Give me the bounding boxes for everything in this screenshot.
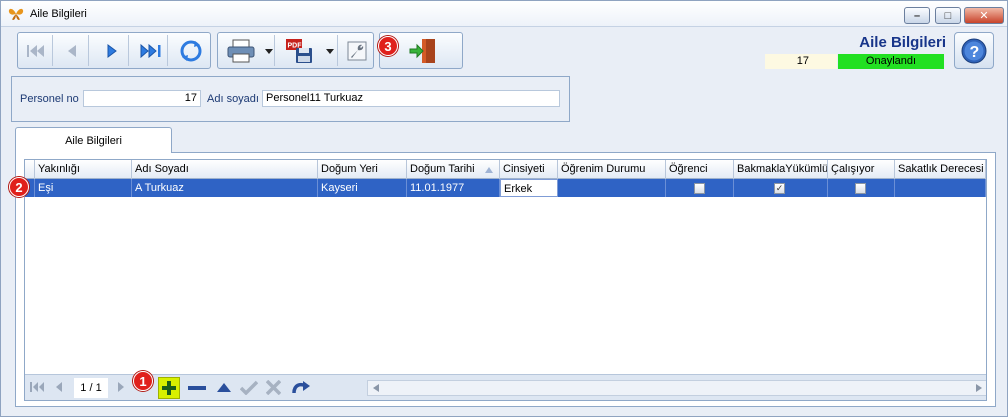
column-header-bakmakla-yukumlu[interactable]: BakmaklaYükümlü xyxy=(734,160,828,179)
first-page-button[interactable] xyxy=(30,381,46,393)
window-title: Aile Bilgileri xyxy=(30,8,87,20)
personnel-panel: Personel no 17 Adı soyadı Personel11 Tur… xyxy=(11,76,570,122)
grid-navigator: 1 / 1 xyxy=(25,374,986,400)
add-record-button[interactable] xyxy=(158,377,180,399)
page-indicator: 1 / 1 xyxy=(74,378,108,398)
confirm-icon xyxy=(240,380,258,395)
cell-dogum-yeri[interactable]: Kayseri xyxy=(318,179,407,197)
full-name-field[interactable]: Personel11 Turkuaz xyxy=(262,90,560,107)
cell-sakatlik-derecesi[interactable] xyxy=(895,179,986,197)
redo-button[interactable] xyxy=(292,380,310,395)
ogrenci-checkbox[interactable] xyxy=(694,183,705,194)
annotation-badge-1: 1 xyxy=(133,371,153,391)
cell-calisiyor[interactable] xyxy=(828,179,895,197)
add-icon xyxy=(162,381,176,395)
maximize-button[interactable]: □ xyxy=(935,7,961,24)
remove-icon xyxy=(188,386,206,390)
column-header-yakinligi[interactable]: Yakınlığı xyxy=(35,160,132,179)
help-button[interactable]: ? xyxy=(954,32,994,69)
sort-ascending-icon xyxy=(485,167,493,173)
annotation-badge-2: 2 xyxy=(9,177,29,197)
title-bar: Aile Bilgileri – □ ✕ xyxy=(1,1,1007,27)
first-record-button[interactable] xyxy=(20,35,53,66)
pdf-save-icon: PDF xyxy=(285,38,312,63)
calisiyor-checkbox[interactable] xyxy=(855,183,866,194)
last-record-icon xyxy=(140,43,161,58)
first-record-icon xyxy=(27,44,44,57)
grid-header: Yakınlığı Adı Soyadı Doğum Yeri Doğum Ta… xyxy=(25,160,986,179)
next-record-icon xyxy=(107,43,117,58)
tab-aile-bilgileri[interactable]: Aile Bilgileri xyxy=(15,127,172,153)
remove-record-button[interactable] xyxy=(188,386,206,390)
prev-page-button[interactable] xyxy=(55,381,63,393)
column-header-dogum-yeri[interactable]: Doğum Yeri xyxy=(318,160,407,179)
record-navigation-toolbar xyxy=(17,32,211,69)
printer-icon xyxy=(227,39,255,62)
cell-bakmakla-yukumlu[interactable]: ✓ xyxy=(734,179,828,197)
exit-door-icon xyxy=(409,38,435,63)
exit-button[interactable] xyxy=(405,35,440,66)
report-toolbar: PDF xyxy=(217,32,374,69)
refresh-icon xyxy=(180,40,201,61)
cell-yakinligi[interactable]: Eşi xyxy=(35,179,132,197)
cell-adi-soyadi[interactable]: A Turkuaz xyxy=(132,179,318,197)
column-header-ogrenim-durumu[interactable]: Öğrenim Durumu xyxy=(558,160,666,179)
tools-button[interactable] xyxy=(340,35,373,66)
minimize-button[interactable]: – xyxy=(904,7,930,24)
cell-dogum-tarihi[interactable]: 11.01.1977 xyxy=(407,179,500,197)
column-header-dogum-tarihi-label: Doğum Tarihi xyxy=(410,163,475,175)
column-header-ogrenci[interactable]: Öğrenci xyxy=(666,160,734,179)
personnel-no-field[interactable]: 17 xyxy=(83,90,201,107)
column-header-cinsiyeti[interactable]: Cinsiyeti xyxy=(500,160,558,179)
last-record-button[interactable] xyxy=(135,35,168,66)
annotation-badge-3: 3 xyxy=(378,36,398,56)
help-icon: ? xyxy=(961,38,987,63)
next-page-button[interactable] xyxy=(117,381,125,393)
next-page-icon xyxy=(118,382,124,392)
redo-icon xyxy=(292,381,310,394)
refresh-button[interactable] xyxy=(174,35,207,66)
row-indicator-header xyxy=(25,160,35,179)
cell-ogrenci[interactable] xyxy=(666,179,734,197)
print-button[interactable] xyxy=(220,35,275,66)
column-header-calisiyor[interactable]: Çalışıyor xyxy=(828,160,895,179)
butterfly-icon xyxy=(8,8,24,20)
close-button[interactable]: ✕ xyxy=(964,7,1004,24)
previous-record-button[interactable] xyxy=(56,35,89,66)
prev-page-icon xyxy=(56,382,62,392)
column-header-dogum-tarihi[interactable]: Doğum Tarihi xyxy=(407,160,500,179)
status-badge: Onaylandı xyxy=(838,54,944,69)
form-title: Aile Bilgileri xyxy=(859,34,946,51)
move-up-button[interactable] xyxy=(217,383,231,392)
cancel-edit-button[interactable] xyxy=(266,380,281,395)
record-number: 17 xyxy=(765,54,837,69)
cell-ogrenim-durumu[interactable] xyxy=(558,179,666,197)
scroll-right-icon xyxy=(976,384,982,392)
column-header-adi-soyadi[interactable]: Adı Soyadı xyxy=(132,160,318,179)
bakmakla-yukumlu-checkbox[interactable]: ✓ xyxy=(774,183,785,194)
cell-cinsiyeti[interactable]: Erkek xyxy=(500,179,558,197)
application-window: Aile Bilgileri – □ ✕ PDF Aile Bilgileri … xyxy=(0,0,1008,417)
full-name-label: Adı soyadı xyxy=(207,93,259,105)
horizontal-scrollbar[interactable] xyxy=(367,380,986,396)
move-up-icon xyxy=(217,383,231,392)
next-record-button[interactable] xyxy=(96,35,129,66)
column-header-sakatlik-derecesi[interactable]: Sakatlık Derecesi xyxy=(895,160,986,179)
export-pdf-button[interactable]: PDF xyxy=(278,35,338,66)
scroll-left-icon xyxy=(373,384,379,392)
table-row[interactable]: Eşi A Turkuaz Kayseri 11.01.1977 Erkek ✓ xyxy=(25,179,986,197)
first-page-icon xyxy=(30,382,44,392)
personnel-no-label: Personel no xyxy=(20,93,79,105)
svg-text:?: ? xyxy=(970,44,980,61)
wrench-icon xyxy=(347,41,366,60)
cancel-icon xyxy=(266,380,281,395)
previous-record-icon xyxy=(68,44,76,57)
family-grid: Yakınlığı Adı Soyadı Doğum Yeri Doğum Ta… xyxy=(24,159,987,401)
confirm-button[interactable] xyxy=(240,380,258,395)
